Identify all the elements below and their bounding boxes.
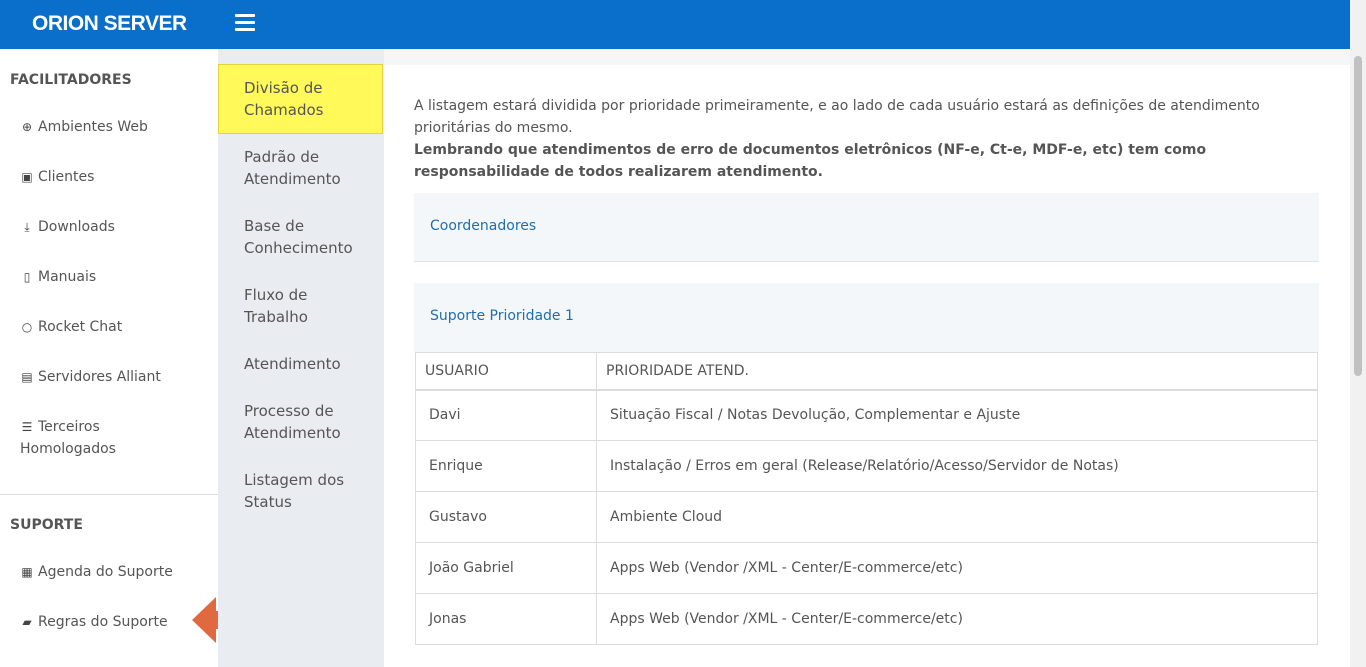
cell-priority: Apps Web (Vendor /XML - Center/E-commerc… — [596, 542, 1318, 594]
app-logo[interactable]: ORION SERVER — [32, 12, 187, 36]
table-row: João Gabriel Apps Web (Vendor /XML - Cen… — [415, 542, 1318, 594]
section-title-facilitadores: FACILITADORES — [10, 72, 132, 88]
section-title-suporte: SUPORTE — [10, 517, 83, 533]
intro-paragraph: A listagem estará dividida por prioridad… — [414, 98, 1260, 136]
cell-priority: Instalação / Erros em geral (Release/Rel… — [596, 440, 1318, 492]
sidebar-item-rocket-chat[interactable]: ○ Rocket Chat — [20, 316, 123, 338]
cell-user: Enrique — [415, 440, 597, 492]
main-content: A listagem estará dividida por prioridad… — [384, 49, 1350, 667]
sidebar-item-agenda-do-suporte[interactable]: ▦ Agenda do Suporte — [20, 561, 173, 583]
nav-item-atendimento[interactable]: Atendimento — [244, 353, 374, 375]
sidebar-item-label: Rocket Chat — [38, 319, 123, 335]
sidebar-item-label: Agenda do Suporte — [38, 564, 173, 580]
sidebar-divider — [0, 494, 218, 495]
cell-user: Jonas — [415, 593, 597, 645]
top-navbar: ORION SERVER — [0, 0, 1350, 49]
sidebar-item-manuais[interactable]: ▯ Manuais — [20, 266, 96, 288]
sidebar-item-servidores-alliant[interactable]: ▤ Servidores Alliant — [20, 366, 161, 388]
sidebar-item-terceiros-homologados[interactable]: ☰ Terceiros Homologados — [20, 416, 150, 460]
sidebar-item-label: Ambientes Web — [38, 119, 148, 135]
sidebar-item-label: Terceiros Homologados — [20, 419, 116, 457]
priority-table: USUARIO PRIORIDADE ATEND. Davi Situação … — [415, 352, 1318, 645]
book-icon: ▯ — [23, 270, 31, 284]
nav-item-fluxo-de-trabalho[interactable]: Fluxo de Trabalho — [244, 284, 374, 328]
table-row: Enrique Instalação / Erros em geral (Rel… — [415, 440, 1318, 492]
cell-user: Gustavo — [415, 491, 597, 543]
sidebar-item-clientes[interactable]: ▣ Clientes — [20, 166, 94, 188]
image-icon: ▰ — [22, 615, 32, 629]
table-row: Davi Situação Fiscal / Notas Devolução, … — [415, 389, 1318, 441]
table-header-row: USUARIO PRIORIDADE ATEND. — [415, 352, 1318, 391]
secondary-nav: Divisão de Chamados Padrão de Atendiment… — [218, 49, 384, 667]
sidebar-item-label: Clientes — [38, 169, 95, 185]
hamburger-icon — [235, 14, 255, 17]
priority-1-link[interactable]: Suporte Prioridade 1 — [430, 308, 574, 324]
nav-item-listagem-dos-status[interactable]: Listagem dos Status — [244, 469, 374, 513]
list-icon: ☰ — [21, 420, 33, 434]
scrollbar-thumb[interactable] — [1354, 56, 1362, 376]
intro-text: A listagem estará dividida por prioridad… — [414, 95, 1314, 183]
table-row: Gustavo Ambiente Cloud — [415, 491, 1318, 543]
sidebar-item-regras-do-suporte[interactable]: ▰ Regras do Suporte — [20, 611, 168, 633]
left-sidebar: FACILITADORES ⊕ Ambientes Web ▣ Clientes ⤓… — [0, 49, 218, 667]
chat-bubble-icon: ○ — [21, 320, 33, 334]
coordinators-link[interactable]: Coordenadores — [430, 218, 536, 234]
calendar-icon: ▦ — [21, 565, 33, 579]
column-header-usuario: USUARIO — [415, 352, 597, 391]
cell-priority: Situação Fiscal / Notas Devolução, Compl… — [596, 389, 1318, 441]
sidebar-item-label: Servidores Alliant — [38, 369, 161, 385]
sidebar-item-downloads[interactable]: ⤓ Downloads — [20, 216, 115, 238]
page-scrollbar[interactable] — [1350, 0, 1366, 667]
nav-item-base-de-conhecimento[interactable]: Base de Conhecimento — [244, 215, 374, 259]
sidebar-item-label: Regras do Suporte — [38, 614, 168, 630]
nav-item-padrao-de-atendimento[interactable]: Padrão de Atendimento — [244, 146, 374, 190]
nav-item-processo-de-atendimento[interactable]: Processo de Atendimento — [244, 400, 374, 444]
cell-priority: Ambiente Cloud — [596, 491, 1318, 543]
nav-item-divisao-de-chamados[interactable]: Divisão de Chamados — [244, 77, 374, 121]
server-icon: ▤ — [21, 370, 33, 384]
coordinators-card-header[interactable]: Coordenadores — [414, 193, 1319, 262]
cell-user: Davi — [415, 389, 597, 441]
sidebar-item-label: Manuais — [38, 269, 97, 285]
download-icon: ⤓ — [24, 220, 30, 234]
sidebar-item-ambientes-web[interactable]: ⊕ Ambientes Web — [20, 116, 148, 138]
column-header-prioridade: PRIORIDADE ATEND. — [596, 352, 1318, 391]
globe-icon: ⊕ — [21, 120, 33, 134]
cell-user: João Gabriel — [415, 542, 597, 594]
cell-priority: Apps Web (Vendor /XML - Center/E-commerc… — [596, 593, 1318, 645]
contact-card-icon: ▣ — [21, 170, 33, 184]
sidebar-item-label: Downloads — [38, 219, 115, 235]
intro-bold-note: Lembrando que atendimentos de erro de do… — [414, 142, 1207, 180]
priority-1-card-header[interactable]: Suporte Prioridade 1 — [414, 283, 1319, 353]
table-row: Jonas Apps Web (Vendor /XML - Center/E-c… — [415, 593, 1318, 645]
menu-toggle-button[interactable] — [235, 14, 255, 32]
